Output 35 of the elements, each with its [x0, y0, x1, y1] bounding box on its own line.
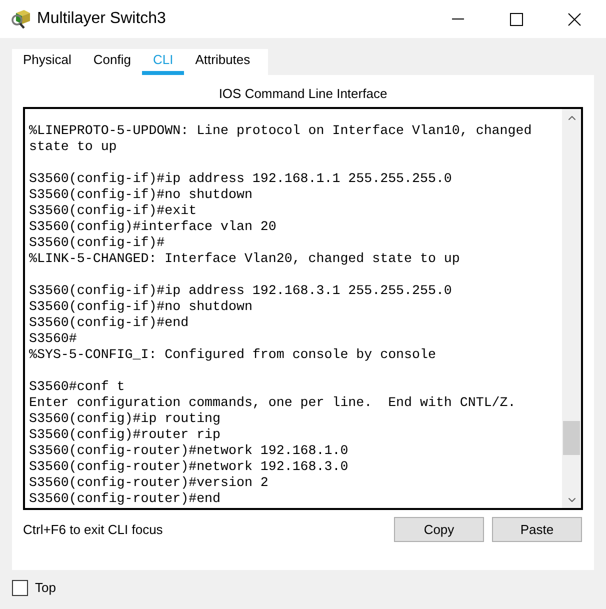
tab[interactable]: Attributes — [184, 49, 262, 75]
terminal-line: S3560(config-if)#no shutdown — [29, 187, 252, 203]
terminal-line: %LINEPROTO-5-UPDOWN: Line protocol on Interface Vlan10, changed — [29, 123, 532, 139]
panel-heading: IOS Command Line Interface — [218, 85, 388, 103]
terminal-line: S3560(config-router)#version 2 — [29, 475, 268, 491]
terminal-line: S3560(config-if)#exit — [29, 203, 197, 219]
terminal-line: S3560#conf t — [29, 379, 125, 395]
terminal-line: S3560(config)#ip routing — [29, 411, 221, 427]
checkbox-label: Top — [35, 578, 56, 596]
terminal-line: S3560# — [29, 331, 77, 347]
hint-text: Ctrl+F6 to exit CLI focus — [23, 520, 163, 538]
cube-magnifier-icon — [11, 9, 31, 29]
terminal-line: Enter configuration commands, one per line. End with CNTL/Z. — [29, 395, 516, 411]
terminal-line: S3560(config)#interface vlan 20 — [29, 219, 276, 235]
terminal-line: state to up — [29, 139, 117, 155]
action-button[interactable]: Paste — [492, 517, 582, 542]
terminal-line: S3560(config-if)#no shutdown — [29, 299, 252, 315]
terminal-line: S3560(config-router)#network 192.168.1.0 — [29, 443, 348, 459]
tab[interactable]: Config — [82, 49, 142, 75]
terminal-line: S3560(config)#router rip — [29, 427, 221, 443]
terminal-line: S3560(config-if)# — [29, 235, 165, 251]
cli-terminal[interactable] — [23, 107, 583, 510]
terminal-line: S3560(config-router)#network 192.168.3.0 — [29, 459, 348, 475]
terminal-line: S3560(config-if)#ip address 192.168.3.1 255.255.255.0 — [29, 283, 452, 299]
action-button[interactable]: Copy — [394, 517, 484, 542]
window-title: Multilayer Switch3 — [37, 9, 166, 29]
tab[interactable]: Physical — [12, 49, 82, 75]
terminal-line: S3560(config-router)#end — [29, 491, 221, 507]
terminal-line: %SYS-5-CONFIG_I: Configured from console by console — [29, 347, 436, 363]
checkbox[interactable] — [12, 580, 28, 596]
terminal-line: S3560(config-if)#end — [29, 315, 189, 331]
terminal-line: %LINK-5-CHANGED: Interface Vlan20, changed state to up — [29, 251, 460, 267]
scrollbar-thumb[interactable] — [563, 421, 580, 455]
scrollbar[interactable] — [562, 109, 581, 508]
terminal-line: S3560(config-if)#ip address 192.168.1.1 255.255.255.0 — [29, 171, 452, 187]
